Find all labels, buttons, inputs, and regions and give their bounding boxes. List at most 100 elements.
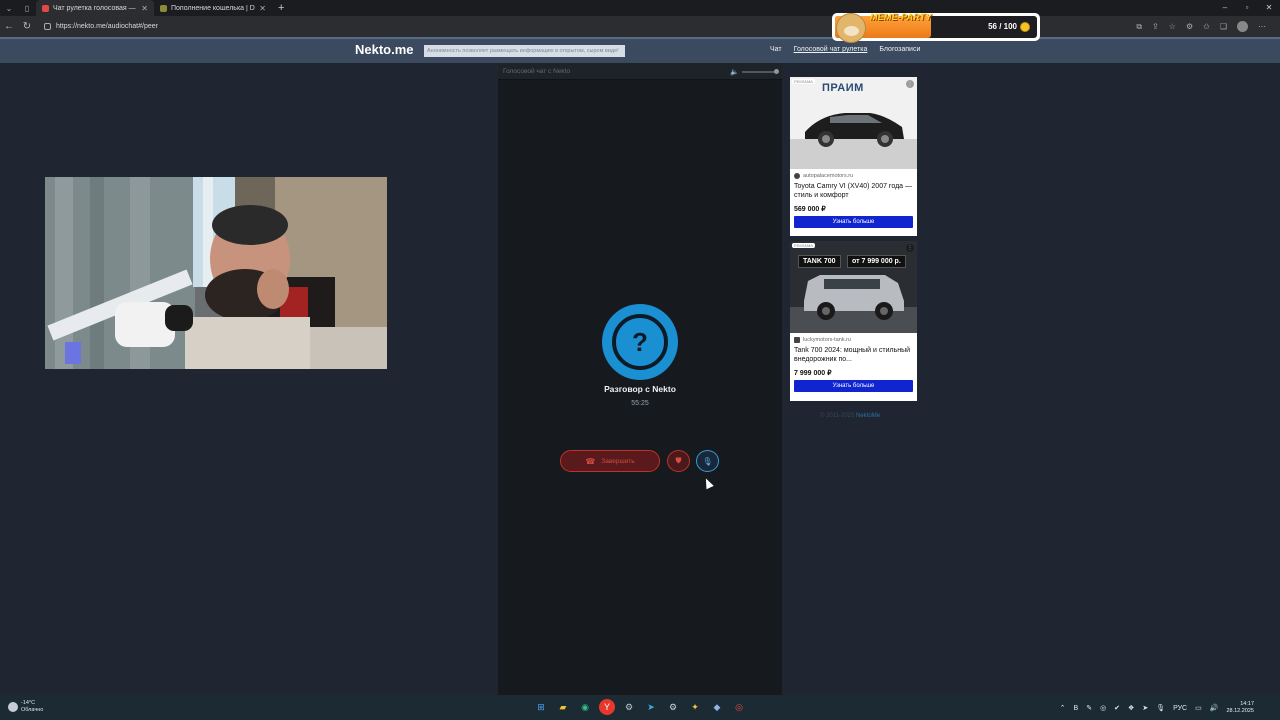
steam-icon[interactable]: ⚙ bbox=[621, 699, 637, 715]
url-text: https://nekto.me/audiochat#/peer bbox=[56, 23, 158, 30]
chat-header-title: Голосовой чат с Nekto bbox=[503, 67, 571, 75]
site-info-icon[interactable] bbox=[44, 23, 51, 30]
volume-control[interactable]: 🔈 bbox=[730, 68, 779, 76]
back-icon[interactable]: ← bbox=[0, 21, 18, 32]
app-icon[interactable]: ◆ bbox=[709, 699, 725, 715]
voice-chat-panel: Голосовой чат с Nekto 🔈 ? Разговор с Nek… bbox=[498, 63, 782, 695]
tray-app-icon[interactable]: ✔ bbox=[1114, 704, 1120, 712]
nav-link-chat[interactable]: Чат bbox=[770, 46, 782, 53]
tab-close-icon[interactable]: ✕ bbox=[141, 4, 148, 13]
tray-app-icon[interactable]: ❖ bbox=[1128, 704, 1134, 712]
ad-price: 569 000 ₽ bbox=[794, 206, 826, 213]
chat-header: Голосовой чат с Nekto 🔈 bbox=[498, 63, 782, 80]
ad-promo-price: от 7 999 000 р. bbox=[847, 255, 906, 268]
volume-tray-icon[interactable]: 🔊 bbox=[1210, 704, 1219, 712]
ad-image[interactable]: РЕКЛАМА ⋮ TANK 700 от 7 999 000 р. bbox=[790, 241, 917, 333]
clock-date: 28.12.2025 bbox=[1226, 708, 1254, 714]
ad-card[interactable]: РЕКЛАМА ⋮ ПРАИМ autopalacemotors.ru Toyo… bbox=[790, 77, 917, 236]
ad-domain[interactable]: autopalacemotors.ru bbox=[794, 173, 913, 179]
browser-menu-icon[interactable]: ⋯ bbox=[1258, 22, 1266, 31]
shield-icon: ⛊ bbox=[675, 456, 682, 465]
hang-up-icon: ☎ bbox=[585, 456, 596, 466]
ad-badge: РЕКЛАМА bbox=[792, 79, 815, 84]
webcam-overlay bbox=[45, 177, 387, 369]
tab-close-icon[interactable]: ✕ bbox=[259, 4, 266, 13]
ad-more-icon[interactable]: ⋮ bbox=[906, 80, 914, 88]
edge-browser-icon[interactable]: ◉ bbox=[577, 699, 593, 715]
volume-slider-knob[interactable] bbox=[774, 69, 779, 74]
browser-toolbar: ⧉ ⇪ ☆ ⚙ ✩ ❏ ⋯ bbox=[1136, 21, 1280, 32]
microphone-icon: 🎙 bbox=[702, 456, 713, 466]
sidebar-toggle-icon[interactable]: ▯ bbox=[18, 0, 36, 16]
collections-icon[interactable]: ❏ bbox=[1220, 22, 1227, 31]
mute-button[interactable]: 🎙 bbox=[696, 450, 719, 472]
tray-mic-icon[interactable]: 🎙 bbox=[1156, 704, 1165, 712]
volume-icon[interactable]: 🔈 bbox=[730, 68, 739, 76]
ad-more-icon[interactable]: ⋮ bbox=[906, 244, 914, 252]
close-window-icon[interactable]: ✕ bbox=[1258, 0, 1280, 16]
peer-name: Разговор с Nekto bbox=[604, 384, 676, 394]
site-logo[interactable]: Nekto.me bbox=[355, 42, 414, 57]
end-call-label: Завершить bbox=[601, 457, 635, 465]
ad-brand-logo: TANK 700 bbox=[798, 255, 841, 268]
ad-image[interactable]: РЕКЛАМА ⋮ ПРАИМ bbox=[790, 77, 917, 169]
minimize-icon[interactable]: – bbox=[1214, 0, 1236, 16]
ad-domain-text: autopalacemotors.ru bbox=[803, 173, 854, 179]
webcam-image bbox=[45, 177, 387, 369]
windows-start-icon[interactable]: ⊞ bbox=[533, 699, 549, 715]
tab-menu-icon[interactable]: ⌄ bbox=[0, 0, 18, 16]
yandex-browser-icon[interactable]: Y bbox=[599, 699, 615, 715]
nav-link-voice-chat[interactable]: Голосовой чат рулетка bbox=[794, 46, 868, 53]
volume-slider[interactable] bbox=[742, 69, 779, 74]
weather-widget[interactable]: -14°C Облачно bbox=[8, 700, 43, 714]
ad-domain[interactable]: luckymotors-tank.ru bbox=[794, 337, 913, 343]
tray-app-icon[interactable]: ◎ bbox=[1100, 704, 1106, 712]
ad-card[interactable]: РЕКЛАМА ⋮ TANK 700 от 7 999 000 р. lucky… bbox=[790, 241, 917, 401]
domain-favicon-icon bbox=[794, 173, 800, 179]
ad-learn-more-button[interactable]: Узнать больше bbox=[794, 380, 913, 392]
profile-avatar[interactable] bbox=[1237, 21, 1248, 32]
nav-link-blog[interactable]: Блогозаписи bbox=[879, 46, 920, 53]
network-icon[interactable]: ▭ bbox=[1195, 704, 1202, 712]
maximize-icon[interactable]: ▫ bbox=[1236, 0, 1258, 16]
cloud-icon bbox=[8, 702, 18, 712]
footer-copyright: © 2011-2025 NektoMe bbox=[820, 413, 880, 419]
ad-badge: РЕКЛАМА bbox=[792, 243, 815, 248]
settings-icon[interactable]: ⚙ bbox=[665, 699, 681, 715]
window-controls: – ▫ ✕ bbox=[1214, 0, 1280, 16]
ad-domain-text: luckymotors-tank.ru bbox=[803, 337, 851, 343]
reload-icon[interactable]: ↻ bbox=[18, 21, 36, 32]
tray-chevron-icon[interactable]: ⌃ bbox=[1060, 704, 1066, 712]
tray-app-icon[interactable]: ✎ bbox=[1086, 704, 1092, 712]
ad-brand-logo: ПРАИМ bbox=[822, 82, 864, 94]
report-button[interactable]: ⛊ bbox=[667, 450, 690, 472]
browser-tab-active[interactable]: Чат рулетка голосовая — N ✕ bbox=[36, 0, 154, 16]
ad-title[interactable]: Tank 700 2024: мощный и стильный внедоро… bbox=[794, 346, 913, 366]
tab-title: Чат рулетка голосовая — N bbox=[53, 4, 138, 12]
install-app-icon[interactable]: ⧉ bbox=[1136, 22, 1142, 32]
question-mark-icon: ? bbox=[612, 314, 668, 370]
media-app-icon[interactable]: ✦ bbox=[687, 699, 703, 715]
telegram-icon[interactable]: ➤ bbox=[643, 699, 659, 715]
end-call-button[interactable]: ☎ Завершить bbox=[560, 450, 660, 472]
record-app-icon[interactable]: ◎ bbox=[731, 699, 747, 715]
file-explorer-icon[interactable]: ▰ bbox=[555, 699, 571, 715]
extensions-icon[interactable]: ⚙ bbox=[1186, 22, 1193, 31]
ad-title[interactable]: Toyota Camry VI (XV40) 2007 года — стиль… bbox=[794, 182, 913, 202]
tray-app-icon[interactable]: B bbox=[1074, 705, 1079, 712]
copyright-text: © 2011-2025 bbox=[820, 413, 855, 419]
share-icon[interactable]: ⇪ bbox=[1152, 22, 1159, 31]
site-notice: Анонимность позволяет размещать информац… bbox=[424, 45, 625, 57]
bookmark-star-icon[interactable]: ☆ bbox=[1169, 22, 1176, 31]
language-indicator[interactable]: РУС bbox=[1173, 705, 1187, 712]
new-tab-icon[interactable]: + bbox=[272, 2, 290, 14]
clock[interactable]: 14:17 28.12.2025 bbox=[1226, 701, 1254, 715]
tray-telegram-icon[interactable]: ➤ bbox=[1142, 704, 1148, 712]
meme-party-title: MEME-PARTY bbox=[870, 12, 932, 22]
tab-title: Пополнение кошелька | Dragon bbox=[171, 4, 255, 12]
footer-link[interactable]: NektoMe bbox=[856, 413, 880, 419]
browser-tab[interactable]: Пополнение кошелька | Dragon ✕ bbox=[154, 0, 272, 16]
favorites-icon[interactable]: ✩ bbox=[1203, 22, 1210, 31]
ad-learn-more-button[interactable]: Узнать больше bbox=[794, 216, 913, 228]
tab-favicon-icon bbox=[42, 4, 49, 12]
